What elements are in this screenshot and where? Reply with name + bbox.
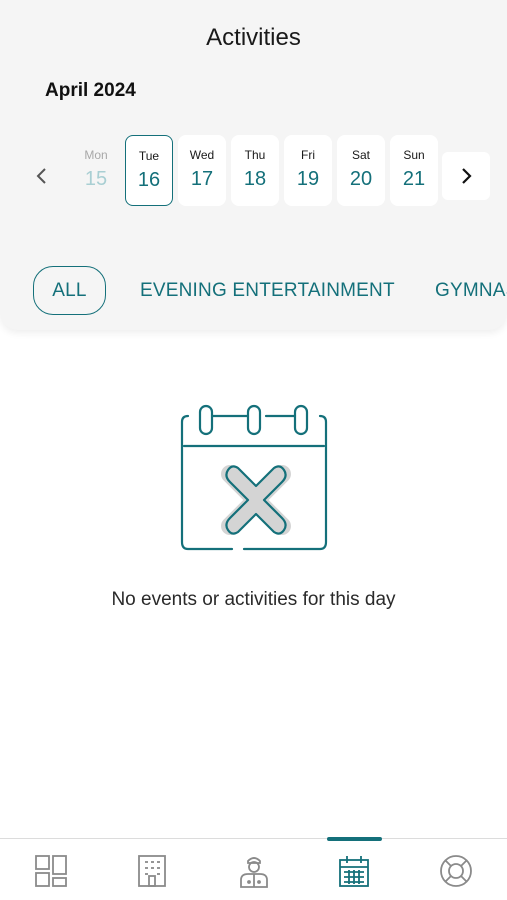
hotel-building-icon (138, 855, 166, 887)
day-card-mon: Mon 15 (72, 135, 120, 206)
day-weekday: Sat (351, 148, 370, 162)
filter-chip-all[interactable]: ALL (33, 266, 106, 315)
day-selector: Mon 15 Tue 16 Wed 17 Thu 18 Fri 19 Sat 2… (72, 135, 438, 206)
header-panel: Activities April 2024 Mon 15 Tue 16 Wed … (0, 0, 507, 330)
filter-chip-evening-entertainment[interactable]: EVENING ENTERTAINMENT (140, 266, 395, 315)
tab-dashboard[interactable] (33, 853, 69, 889)
day-card-sat[interactable]: Sat 20 (337, 135, 385, 206)
tab-activities[interactable] (336, 853, 372, 889)
chevron-right-icon (462, 168, 472, 184)
day-weekday: Fri (301, 148, 315, 162)
dashboard-icon (35, 855, 67, 887)
chevron-left-icon (36, 168, 46, 184)
day-card-fri[interactable]: Fri 19 (284, 135, 332, 206)
lifebuoy-icon (440, 855, 472, 887)
day-card-sun[interactable]: Sun 21 (390, 135, 438, 206)
tab-help[interactable] (438, 853, 474, 889)
month-label: April 2024 (45, 80, 136, 101)
category-filter-row: ALL EVENING ENTERTAINMENT GYMNAS (33, 266, 507, 316)
tab-concierge[interactable] (236, 853, 272, 889)
day-date: 16 (137, 169, 161, 191)
day-date: 19 (296, 168, 320, 190)
page-title: Activities (206, 24, 301, 51)
day-card-tue[interactable]: Tue 16 (125, 135, 173, 206)
day-card-wed[interactable]: Wed 17 (178, 135, 226, 206)
day-date: 18 (243, 168, 267, 190)
day-weekday: Mon (84, 148, 108, 162)
bottom-tab-bar (0, 837, 507, 900)
active-tab-indicator (327, 837, 382, 841)
empty-state-message: No events or activities for this day (111, 589, 396, 610)
day-date: 17 (190, 168, 214, 190)
tab-hotel[interactable] (134, 853, 170, 889)
calendar-cancel-icon (180, 404, 328, 551)
day-weekday: Wed (189, 148, 215, 162)
day-weekday: Tue (138, 149, 160, 163)
day-date: 21 (402, 168, 426, 190)
day-weekday: Sun (403, 148, 425, 162)
day-date: 15 (84, 168, 108, 190)
concierge-staff-icon (240, 857, 268, 888)
day-card-thu[interactable]: Thu 18 (231, 135, 279, 206)
calendar-icon (339, 856, 369, 887)
previous-week-button[interactable] (18, 152, 66, 200)
day-weekday: Thu (244, 148, 266, 162)
filter-chip-gymnastics[interactable]: GYMNAS (435, 266, 507, 315)
day-date: 20 (349, 168, 373, 190)
next-week-button[interactable] (442, 152, 490, 200)
